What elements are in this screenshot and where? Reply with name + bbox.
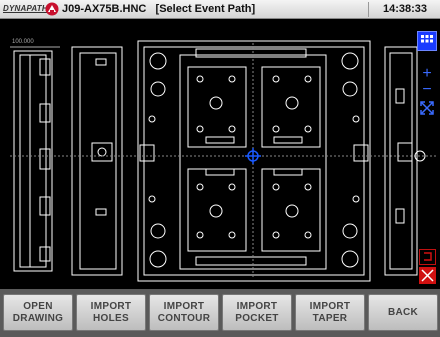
open-drawing-button[interactable]: OPEN DRAWING bbox=[3, 294, 73, 331]
clear-button[interactable] bbox=[419, 267, 436, 284]
import-taper-button[interactable]: IMPORT TAPER bbox=[295, 294, 365, 331]
button-label: BACK bbox=[387, 306, 419, 318]
undo-icon bbox=[424, 252, 432, 261]
clear-x-icon bbox=[421, 269, 434, 282]
dynapath-logo-icon bbox=[45, 2, 59, 16]
scale-label: 100.000 bbox=[12, 39, 34, 45]
fit-to-screen-icon bbox=[420, 101, 434, 115]
button-label-line1: OPEN bbox=[23, 300, 53, 312]
undo-button[interactable] bbox=[419, 249, 436, 265]
dynapath-logo: DYNAPATH bbox=[3, 4, 48, 13]
import-contour-button[interactable]: IMPORT CONTOUR bbox=[149, 294, 219, 331]
origin-crosshair-icon bbox=[245, 148, 261, 164]
button-label-line1: IMPORT bbox=[236, 300, 278, 312]
button-label-line2: HOLES bbox=[93, 312, 129, 324]
title-divider bbox=[368, 2, 369, 17]
title-bar: DYNAPATH J09-AX75B.HNC [Select Event Pat… bbox=[0, 0, 440, 19]
drawing-canvas[interactable]: 100.000 + − bbox=[0, 19, 440, 289]
button-label-line1: IMPORT bbox=[90, 300, 132, 312]
button-label-line1: IMPORT bbox=[163, 300, 205, 312]
fit-to-screen-button[interactable] bbox=[418, 99, 436, 117]
button-label-line2: TAPER bbox=[312, 312, 348, 324]
function-button-bar: OPEN DRAWING IMPORT HOLES IMPORT CONTOUR IM… bbox=[0, 289, 440, 337]
clock: 14:38:33 bbox=[382, 3, 428, 15]
button-label-line2: CONTOUR bbox=[157, 312, 211, 324]
button-label-line1: IMPORT bbox=[309, 300, 351, 312]
button-label-line2: DRAWING bbox=[12, 312, 64, 324]
grid-menu-icon bbox=[421, 35, 433, 43]
program-title: J09-AX75B.HNC [Select Event Path] bbox=[62, 3, 256, 15]
drawing-view[interactable]: 100.000 bbox=[0, 19, 440, 289]
import-pocket-button[interactable]: IMPORT POCKET bbox=[222, 294, 292, 331]
button-label-line2: POCKET bbox=[235, 312, 279, 324]
zoom-out-button[interactable]: − bbox=[418, 81, 436, 99]
grid-menu-button[interactable] bbox=[417, 31, 437, 51]
back-button[interactable]: BACK bbox=[368, 294, 438, 331]
import-holes-button[interactable]: IMPORT HOLES bbox=[76, 294, 146, 331]
